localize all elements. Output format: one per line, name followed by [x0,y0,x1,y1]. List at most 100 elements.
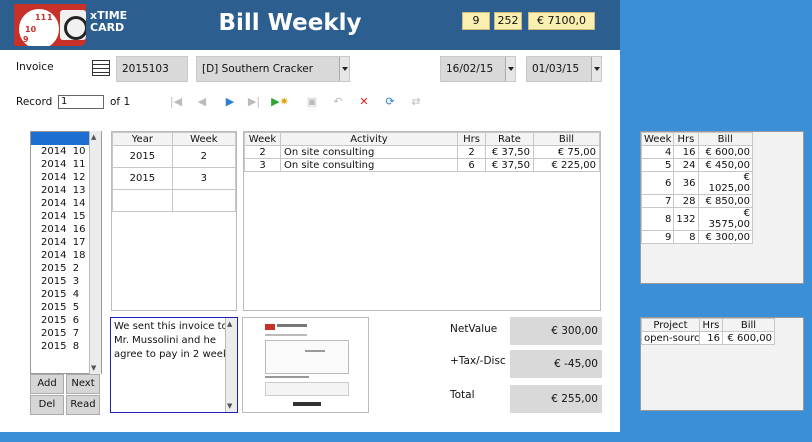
new-record-icon[interactable]: ▶✷ [268,93,292,111]
memo-textarea[interactable]: We sent this invoice to Mr. Mussolini an… [110,317,238,413]
chevron-down-icon[interactable] [339,57,349,81]
invoice-preview[interactable] [242,317,369,413]
bill-cell[interactable]: € 75,00 [533,145,600,159]
next-icon[interactable]: ▶ [222,93,238,111]
next-button[interactable]: Next [66,374,100,394]
column-header[interactable]: Project [641,318,700,332]
tax-value[interactable]: € -45,00 [510,350,602,378]
tax-label: +Tax/-Disc [450,355,506,367]
week-cell[interactable]: 7 [641,194,675,208]
bill-cell[interactable]: € 450,00 [697,158,753,172]
search-icon[interactable]: ⇄ [408,93,424,111]
invoice-number-field[interactable]: 2015103 [116,56,188,82]
column-header[interactable]: Activity [280,132,458,146]
week-cell[interactable]: 2 [171,145,236,168]
hrs-cell[interactable]: 132 [673,207,699,231]
week-cell[interactable]: 3 [171,167,236,190]
del-button[interactable]: Del [30,395,64,415]
clock-digit: 11 [35,13,47,22]
bill-cell[interactable]: € 300,00 [697,230,753,244]
app-logo: 10 11 9 1 xTIME CARD [14,4,127,46]
scroll-down-icon[interactable]: ▼ [227,402,232,410]
first-icon[interactable]: |◀ [168,93,184,111]
boots-icon [60,10,86,40]
date-from-select[interactable]: 16/02/15 [440,56,516,82]
save-icon[interactable]: ▣ [304,93,320,111]
week-cell[interactable]: 8 [641,207,675,231]
hrs-cell[interactable]: 16 [673,145,699,159]
column-header[interactable]: Hrs [673,132,699,146]
hrs-cell[interactable]: 36 [673,171,699,195]
last-icon[interactable]: ▶| [246,93,262,111]
bill-cell[interactable]: € 600,00 [697,145,753,159]
read-button[interactable]: Read [66,395,100,415]
hrs-cell[interactable]: 2 [457,145,486,159]
week-cell[interactable]: 6 [641,171,675,195]
year-week-grid: Year Week 2015 2 2015 3 [111,131,237,311]
preview-total [293,402,321,406]
week-cell[interactable]: 4 [641,145,675,159]
bill-cell[interactable]: € 1025,00 [697,171,753,195]
scroll-up-icon[interactable]: ▲ [227,320,232,328]
chevron-down-icon[interactable] [505,57,515,81]
bill-cell[interactable]: € 225,00 [533,158,600,172]
prev-icon[interactable]: ◀ [194,93,210,111]
column-header[interactable]: Bill [721,318,776,332]
chevron-down-icon[interactable] [591,57,601,81]
refresh-icon[interactable]: ⟳ [382,93,398,111]
column-header[interactable]: Week [641,132,675,146]
column-header[interactable]: Year [112,132,173,146]
undo-icon[interactable]: ↶ [330,93,346,111]
hrs-cell[interactable]: 6 [457,158,486,172]
week-cell[interactable]: 3 [244,158,281,172]
logo-text: xTIME CARD [90,9,128,34]
date-from-value: 16/02/15 [446,63,494,75]
delete-icon[interactable]: ✕ [356,93,372,111]
rate-cell[interactable]: € 37,50 [485,145,534,159]
add-button[interactable]: Add [30,374,64,394]
project-cell[interactable]: open-sourc [641,331,700,345]
rate-cell[interactable]: € 37,50 [485,158,534,172]
bill-cell[interactable]: € 850,00 [697,194,753,208]
column-header[interactable]: Bill [533,132,600,146]
hrs-cell[interactable]: 16 [699,331,723,345]
week-cell[interactable]: 9 [641,230,675,244]
amount-badge: € 7100,0 [528,12,595,30]
clock-icon: 10 11 9 1 [16,6,62,46]
year-cell[interactable] [112,189,173,212]
column-header[interactable]: Bill [697,132,753,146]
year-cell[interactable]: 2015 [112,145,173,168]
activity-cell[interactable]: On site consulting [280,145,458,159]
preview-box [265,340,349,374]
column-header[interactable]: Week [171,132,236,146]
column-header[interactable]: Hrs [699,318,723,332]
week-cell[interactable]: 2 [244,145,281,159]
scroll-down-icon[interactable]: ▼ [91,364,96,372]
hours-badge: 252 [494,12,522,30]
year-cell[interactable]: 2015 [112,167,173,190]
hrs-cell[interactable]: 24 [673,158,699,172]
list-scrollbar[interactable]: ▲ ▼ [89,131,101,374]
calendar-icon[interactable] [92,60,110,76]
customer-select[interactable]: [D] Southern Cracker [196,56,350,82]
activity-cell[interactable]: On site consulting [280,158,458,172]
hrs-cell[interactable]: 8 [673,230,699,244]
preview-logo [265,324,275,330]
column-header[interactable]: Rate [485,132,534,146]
date-to-select[interactable]: 01/03/15 [526,56,602,82]
week-cell[interactable]: 5 [641,158,675,172]
week-cell[interactable] [171,189,236,212]
total-value: € 255,00 [510,385,602,413]
preview-line [305,350,325,352]
column-header[interactable]: Week [244,132,281,146]
weekly-summary-grid: Week Hrs Bill 4 16 € 600,00 5 24 € 450,00 6 36 €… [640,131,804,284]
clock-digit: 10 [25,25,37,34]
bill-cell[interactable]: € 3575,00 [697,207,753,231]
bill-cell[interactable]: € 600,00 [721,331,776,345]
scroll-up-icon[interactable]: ▲ [91,133,96,141]
hrs-cell[interactable]: 28 [673,194,699,208]
column-header[interactable]: Hrs [457,132,486,146]
memo-scrollbar[interactable]: ▲ ▼ [225,318,237,412]
record-input[interactable]: 1 [58,95,104,109]
activity-grid: Week Activity Hrs Rate Bill 2 On site co… [243,131,601,311]
